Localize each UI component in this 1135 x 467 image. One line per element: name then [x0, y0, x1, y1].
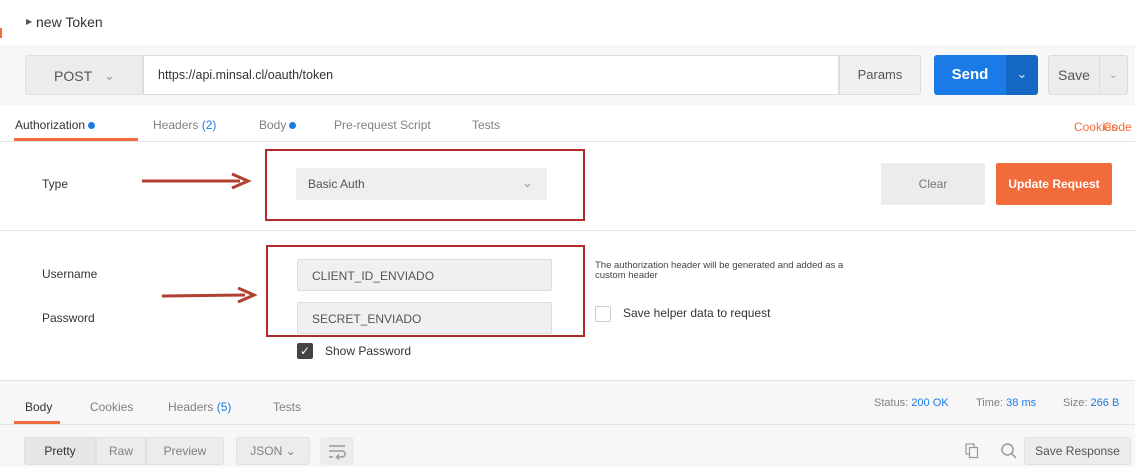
- code-link[interactable]: Code: [1103, 120, 1132, 134]
- tab-label: Headers: [153, 118, 199, 132]
- tab-label: Headers: [168, 400, 214, 414]
- response-tab-tests[interactable]: Tests: [273, 400, 301, 414]
- url-input[interactable]: https://api.minsal.cl/oauth/token: [143, 55, 839, 95]
- tab-tests[interactable]: Tests: [472, 118, 500, 132]
- modified-dot-icon: [289, 122, 297, 129]
- method-select[interactable]: POST ⌄: [25, 55, 143, 95]
- tab-headers[interactable]: Headers (2): [153, 118, 216, 132]
- send-button[interactable]: Send: [934, 55, 1006, 95]
- username-label: Username: [42, 267, 98, 281]
- save-helper-label: Save helper data to request: [623, 306, 771, 320]
- divider: [0, 424, 1135, 425]
- response-tab-cookies[interactable]: Cookies: [90, 400, 133, 414]
- password-label: Password: [42, 311, 95, 325]
- time-value: 38 ms: [1006, 397, 1037, 409]
- pretty-view-button[interactable]: Pretty: [24, 437, 96, 465]
- time-label: Time:: [976, 397, 1004, 409]
- wrap-lines-glyph: [329, 445, 346, 461]
- type-label: Type: [42, 177, 69, 191]
- status-label: Status:: [874, 397, 909, 409]
- tab-count: (5): [216, 400, 232, 414]
- raw-view-button[interactable]: Raw: [96, 437, 146, 465]
- annotation-box-credentials: [266, 245, 585, 337]
- save-helper-checkbox[interactable]: [595, 306, 611, 322]
- method-label: POST: [54, 68, 93, 84]
- divider: [0, 141, 1135, 142]
- modified-dot-icon: [88, 122, 96, 129]
- chevron-down-icon: ⌄: [1108, 69, 1119, 81]
- chevron-down-icon: ⌄: [285, 444, 296, 458]
- chevron-down-icon: ⌄: [104, 68, 115, 83]
- annotation-arrow: [142, 172, 252, 190]
- tab-pre-request-script[interactable]: Pre-request Script: [334, 118, 431, 132]
- request-name[interactable]: new Token: [36, 14, 103, 30]
- status-readout: Status: 200 OK: [874, 397, 949, 409]
- show-password-label: Show Password: [325, 344, 412, 358]
- tab-label: Pre-request Script: [334, 118, 431, 132]
- response-tab-headers[interactable]: Headers (5): [168, 400, 231, 414]
- time-readout: Time: 38 ms: [976, 397, 1036, 409]
- send-dropdown-button[interactable]: ⌄: [1006, 55, 1038, 95]
- divider: [0, 230, 1135, 231]
- save-dropdown-button[interactable]: ⌄: [1100, 55, 1128, 95]
- size-readout: Size: 266 B: [1063, 397, 1119, 409]
- check-icon: ✓: [299, 344, 311, 358]
- title-accent-bar: [0, 28, 2, 38]
- request-title-row: [0, 0, 1135, 45]
- tab-authorization[interactable]: Authorization: [15, 118, 96, 132]
- params-button[interactable]: Params: [839, 55, 921, 95]
- copy-icon[interactable]: [965, 443, 979, 459]
- annotation-arrow: [161, 287, 258, 304]
- status-value: 200 OK: [911, 397, 949, 409]
- response-tab-body[interactable]: Body: [25, 400, 52, 414]
- format-value: JSON: [250, 444, 283, 458]
- show-password-checkbox[interactable]: ✓: [297, 343, 313, 359]
- tab-label: Body: [259, 118, 287, 132]
- chevron-down-icon: ⌄: [1016, 66, 1028, 81]
- size-label: Size:: [1063, 397, 1088, 409]
- preview-view-button[interactable]: Preview: [146, 437, 224, 465]
- clear-button[interactable]: Clear: [881, 163, 985, 205]
- size-value: 266 B: [1090, 397, 1120, 409]
- tab-count: (2): [201, 118, 217, 132]
- format-select[interactable]: JSON ⌄: [236, 437, 310, 465]
- annotation-box-type: [265, 149, 585, 221]
- tab-label: Authorization: [15, 118, 86, 132]
- expand-caret-icon[interactable]: ▶: [26, 17, 32, 26]
- tab-label: Tests: [472, 118, 501, 132]
- save-button[interactable]: Save: [1048, 55, 1100, 95]
- auth-header-note: The authorization header will be generat…: [595, 260, 844, 281]
- url-text: https://api.minsal.cl/oauth/token: [158, 68, 334, 82]
- wrap-lines-icon[interactable]: [320, 437, 354, 465]
- save-response-button[interactable]: Save Response: [1024, 437, 1131, 465]
- search-icon[interactable]: [1000, 442, 1018, 460]
- tab-body[interactable]: Body: [259, 118, 297, 132]
- update-request-button[interactable]: Update Request: [996, 163, 1112, 205]
